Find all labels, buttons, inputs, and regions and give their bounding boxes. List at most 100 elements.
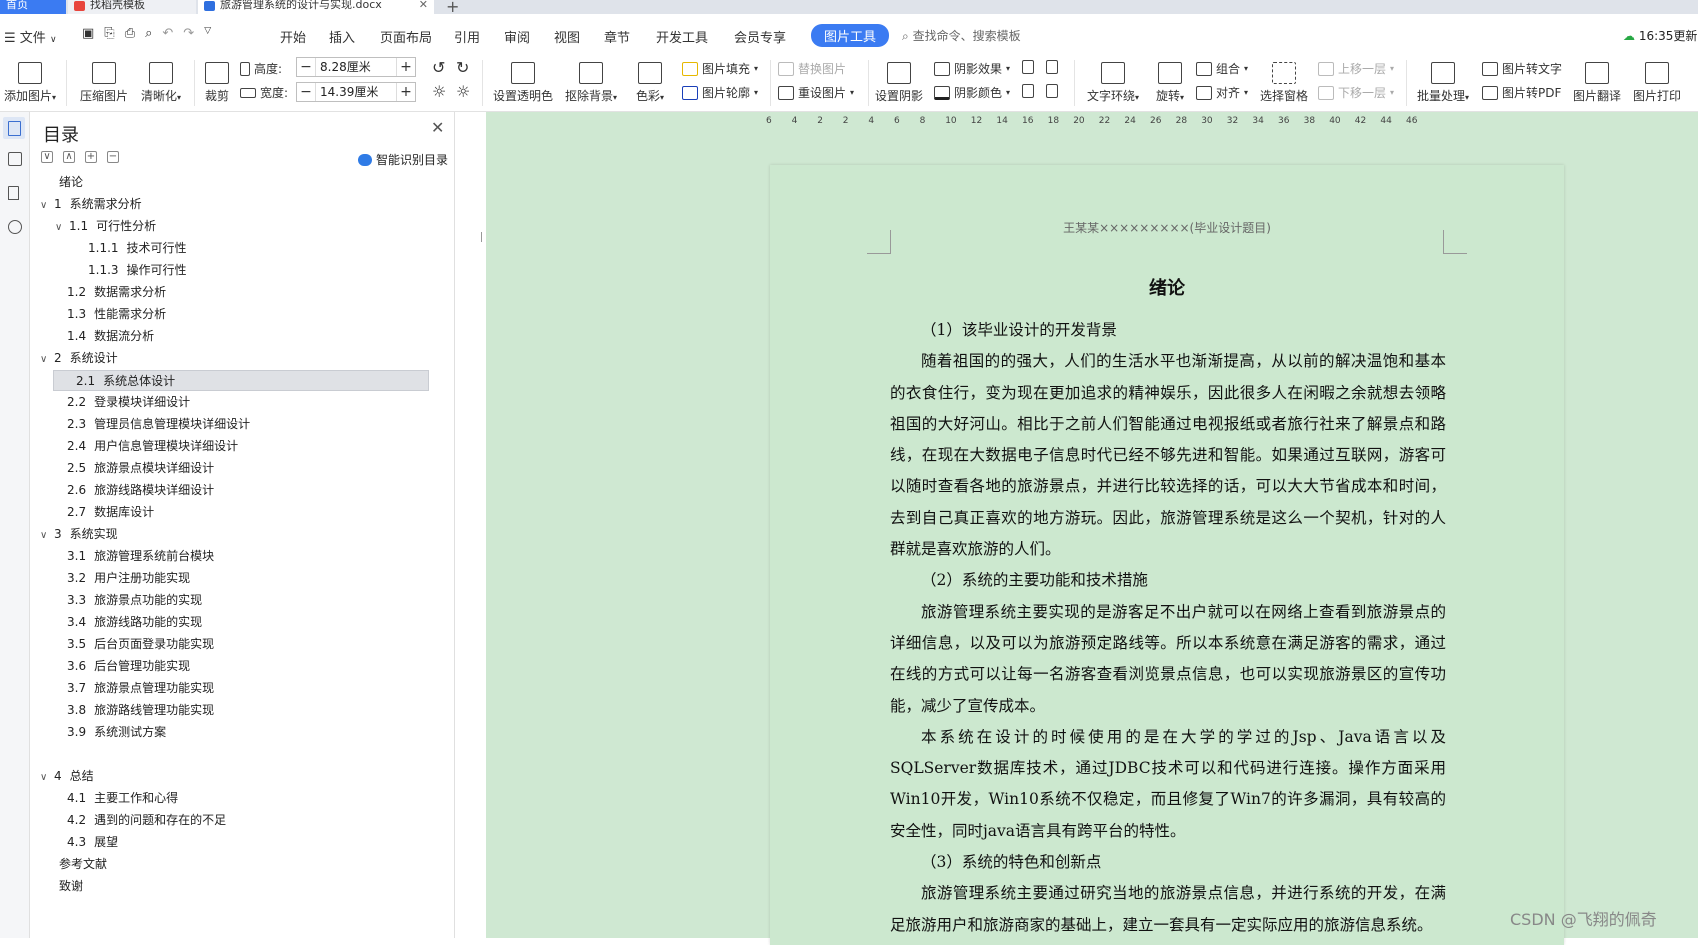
paragraph[interactable]: 旅游管理系统主要实现的是游客足不出户就可以在网络上查看到旅游景点的详细信息，以及… [890, 597, 1446, 722]
command-search[interactable]: ⌕ 查找命令、搜索模板 [902, 27, 1021, 44]
toc-item[interactable]: ∨ 1 系统需求分析 [40, 194, 142, 215]
minus-icon[interactable]: − [297, 83, 315, 101]
undo-icon[interactable]: ↶ [162, 26, 173, 41]
replace-image-button[interactable]: 替换图片 [778, 60, 846, 77]
image-print-button[interactable]: 图片打印 [1630, 62, 1684, 104]
remove-background-button[interactable]: 抠除背景▾ [562, 62, 620, 104]
batch-process-button[interactable]: 批量处理▾ [1412, 62, 1474, 104]
contrast-icon[interactable]: ☼ [456, 82, 470, 101]
toc-item[interactable]: 3.3 旅游景点功能的实现 [63, 590, 202, 611]
smart-toc-button[interactable]: 智能识别目录 [358, 151, 448, 168]
toc-item[interactable]: 1.4 数据流分析 [63, 326, 154, 347]
toc-item[interactable]: 参考文献 [55, 854, 107, 875]
width-stepper[interactable]: −14.39厘米 + [296, 82, 416, 102]
add-image-button[interactable]: 添加图片▾ [0, 62, 60, 104]
toc-item[interactable]: 2.2 登录模块详细设计 [63, 392, 190, 413]
paragraph[interactable]: （3）系统的特色和创新点 [890, 847, 1446, 878]
toc-item[interactable]: 2.1 系统总体设计 [53, 370, 429, 391]
align-button[interactable]: 对齐 ▾ [1196, 84, 1248, 101]
rotate-right-icon[interactable]: ↻ [456, 58, 469, 77]
print-icon[interactable]: ⎙ [125, 26, 135, 41]
shadow-color-button[interactable]: 阴影颜色 ▾ [934, 84, 1010, 101]
rotate-button[interactable]: 旋转▾ [1150, 62, 1190, 104]
file-menu[interactable]: ☰ 文件 ∨ [4, 27, 57, 46]
preview-icon[interactable]: ⌕ [145, 26, 152, 41]
paragraph[interactable]: 旅游管理系统主要通过研究当地的旅游景点信息，并进行系统的开发，在满足旅游用户和旅… [890, 878, 1446, 941]
menu-insert[interactable]: 插入 [329, 27, 355, 46]
document-canvas[interactable]: 6 4 2 2 4 6 8 10 12 14 16 18 20 22 24 26 28 30 32 34 36 38 40 4… [486, 112, 1698, 945]
image-fill-button[interactable]: 图片填充 ▾ [682, 60, 758, 77]
toc-item[interactable]: 1.1.1 技术可行性 [84, 238, 187, 259]
toc-item[interactable]: 2.7 数据库设计 [63, 502, 154, 523]
toc-item[interactable]: 4.2 遇到的问题和存在的不足 [63, 810, 226, 831]
toc-item[interactable]: 绪论 [55, 172, 83, 193]
new-tab-icon[interactable]: + [446, 0, 459, 14]
toc-item[interactable]: 3.4 旅游线路功能的实现 [63, 612, 202, 633]
crop-button[interactable]: 裁剪 [200, 62, 234, 104]
toc-item[interactable]: 3.7 旅游景点管理功能实现 [63, 678, 214, 699]
shadow-up-icon[interactable] [1022, 60, 1034, 74]
image-to-pdf-button[interactable]: 图片转PDF [1482, 84, 1561, 101]
shadow-right-icon[interactable] [1046, 84, 1058, 98]
tab-template[interactable]: 找稻壳模板 [68, 0, 196, 14]
image-outline-button[interactable]: 图片轮廓 ▾ [682, 84, 758, 101]
compress-image-button[interactable]: 压缩图片 [76, 62, 132, 104]
chevron-down-icon[interactable]: ∨ [40, 525, 54, 546]
toc-item[interactable]: 2.3 管理员信息管理模块详细设计 [63, 414, 250, 435]
document-body[interactable]: （1）该毕业设计的开发背景 随着祖国的的强大，人们的生活水平也渐渐提高，从以前的解… [890, 315, 1446, 941]
toc-item[interactable]: 4.1 主要工作和心得 [63, 788, 178, 809]
menu-developer[interactable]: 开发工具 [656, 27, 708, 46]
group-button[interactable]: 组合 ▾ [1196, 60, 1248, 77]
image-to-text-button[interactable]: 图片转文字 [1482, 60, 1562, 77]
toc-panel-icon[interactable] [3, 117, 25, 139]
document-heading[interactable]: 绪论 [770, 274, 1564, 300]
paragraph[interactable]: （2）系统的主要功能和技术措施 [890, 565, 1446, 596]
cloud-sync-status[interactable]: ☁ 16:35更新 [1623, 27, 1697, 44]
reset-image-button[interactable]: 重设图片 ▾ [778, 84, 854, 101]
toc-item[interactable]: 1.2 数据需求分析 [63, 282, 166, 303]
tab-document[interactable]: 旅游管理系统的设计与实现.docx ✕ [198, 0, 434, 14]
toc-item[interactable]: 1.1.3 操作可行性 [84, 260, 187, 281]
width-value[interactable]: 14.39厘米 [315, 83, 397, 101]
paragraph[interactable]: 本系统在设计的时候使用的是在大学的学过的Jsp、Java语言以及SQLServe… [890, 722, 1446, 847]
toc-item[interactable]: 3.9 系统测试方案 [63, 722, 166, 743]
shadow-left-icon[interactable] [1022, 84, 1034, 98]
chevron-down-icon[interactable]: ∨ [40, 195, 54, 216]
toc-item[interactable]: 3.5 后台页面登录功能实现 [63, 634, 214, 655]
toc-item[interactable]: 致谢 [55, 876, 83, 897]
toc-item[interactable]: 3.6 后台管理功能实现 [63, 656, 190, 677]
collapse-all-icon[interactable]: ∨ [41, 151, 53, 163]
height-value[interactable]: 8.28厘米 [315, 58, 397, 76]
toc-item[interactable]: 4.3 展望 [63, 832, 118, 853]
menu-view[interactable]: 视图 [554, 27, 580, 46]
document-page[interactable]: 王某某×××××××××(毕业设计题目) 绪论 （1）该毕业设计的开发背景 随着祖… [770, 165, 1564, 945]
color-button[interactable]: 色彩▾ [630, 62, 670, 104]
save-icon[interactable]: ▣ [82, 26, 94, 41]
toc-item[interactable]: 3.8 旅游路线管理功能实现 [63, 700, 214, 721]
shadow-effect-button[interactable]: 阴影效果 ▾ [934, 60, 1010, 77]
selection-pane-button[interactable]: 选择窗格 [1258, 62, 1310, 104]
plus-icon[interactable]: + [397, 83, 415, 101]
paragraph[interactable]: 随着祖国的的强大，人们的生活水平也渐渐提高，从以前的解决温饱和基本的衣食住行，变… [890, 346, 1446, 565]
menu-review[interactable]: 审阅 [504, 27, 530, 46]
toc-item[interactable]: ∨ 2 系统设计 [40, 348, 118, 369]
menu-references[interactable]: 引用 [454, 27, 480, 46]
export-icon[interactable]: ⎘ [104, 26, 114, 41]
add-item-icon[interactable]: + [85, 151, 97, 163]
height-stepper[interactable]: −8.28厘米 + [296, 57, 416, 77]
send-backward-button[interactable]: 下移一层 ▾ [1318, 84, 1394, 101]
outline-panel-icon[interactable] [8, 152, 22, 166]
close-icon[interactable]: ✕ [419, 0, 428, 10]
toc-item[interactable]: 2.4 用户信息管理模块详细设计 [63, 436, 238, 457]
plus-icon[interactable]: + [397, 58, 415, 76]
minus-icon[interactable]: − [297, 58, 315, 76]
toc-item[interactable]: ∨ 3 系统实现 [40, 524, 118, 545]
chevron-down-icon[interactable]: ∨ [55, 217, 69, 238]
chevron-down-icon[interactable]: ∨ [40, 767, 54, 788]
menu-start[interactable]: 开始 [280, 27, 306, 46]
sharpen-button[interactable]: 清晰化▾ [136, 62, 186, 104]
toc-scroll-indicator[interactable] [481, 232, 485, 242]
redo-icon[interactable]: ↷ [183, 26, 194, 41]
toc-item[interactable]: 3.2 用户注册功能实现 [63, 568, 190, 589]
toc-item[interactable]: 1.3 性能需求分析 [63, 304, 166, 325]
